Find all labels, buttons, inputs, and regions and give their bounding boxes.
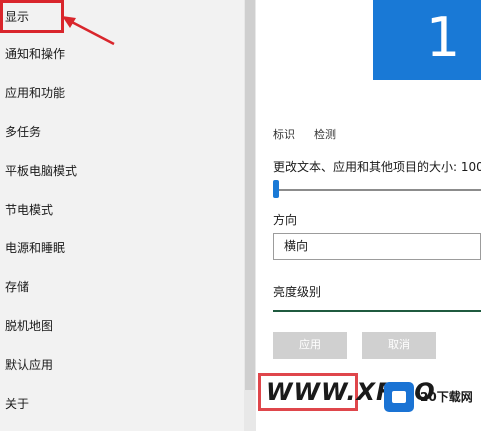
apply-button[interactable]: 应用 [273,332,347,359]
sidebar-item-label: 默认应用 [5,358,54,372]
sidebar-item-tablet-mode[interactable]: 平板电脑模式 [0,156,244,186]
sidebar-item-label: 通知和操作 [5,47,66,61]
sidebar-item-power-sleep[interactable]: 电源和睡眠 [0,233,244,263]
identify-link[interactable]: 标识 [273,126,295,142]
sidebar-item-default-apps[interactable]: 默认应用 [0,350,244,380]
cancel-button[interactable]: 取消 [362,332,436,359]
sidebar-item-notifications[interactable]: 通知和操作 [0,39,244,69]
sidebar-item-about[interactable]: 关于 [0,389,244,419]
sidebar-item-label: 脱机地图 [5,319,54,333]
scale-slider-thumb[interactable] [273,180,279,198]
monitor-preview[interactable]: 1 [373,0,481,80]
sidebar-item-label: 应用和功能 [5,86,66,100]
sidebar-item-battery-saver[interactable]: 节电模式 [0,195,244,225]
sidebar-item-offline-maps[interactable]: 脱机地图 [0,311,244,341]
sidebar-item-apps[interactable]: 应用和功能 [0,78,244,108]
sidebar-item-label: 存储 [5,280,30,294]
sidebar-item-label: 平板电脑模式 [5,164,78,178]
brightness-label: 亮度级别 [273,285,322,299]
highlight-box [0,0,64,33]
watermark-site: 20下载网 [420,390,473,404]
sidebar-item-storage[interactable]: 存储 [0,272,244,302]
sidebar-item-label: 节电模式 [5,203,54,217]
sidebar-item-label: 多任务 [5,125,42,139]
sidebar-item-label: 关于 [5,397,30,411]
brightness-slider[interactable] [273,310,481,312]
scale-slider-track[interactable] [273,189,481,191]
orientation-label: 方向 [273,213,298,227]
monitor-number: 1 [425,6,461,69]
settings-sidebar: 显示 通知和操作 应用和功能 多任务 平板电脑模式 节电模式 电源和睡眠 存储 … [0,0,244,431]
scrollbar-thumb[interactable] [245,0,255,390]
sidebar-item-label: 电源和睡眠 [5,241,66,255]
red-arrow-icon [62,16,115,46]
orientation-select[interactable]: 横向 [273,233,481,260]
sidebar-item-multitasking[interactable]: 多任务 [0,117,244,147]
watermark-logo-icon [384,382,414,412]
scale-label: 更改文本、应用和其他项目的大小: 100 [273,160,481,174]
detect-link[interactable]: 检测 [314,126,336,142]
